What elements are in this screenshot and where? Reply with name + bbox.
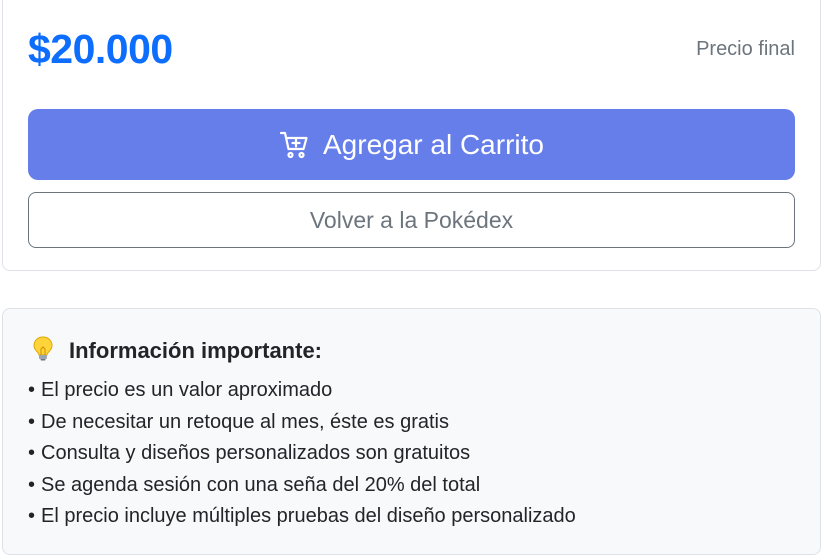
back-to-pokedex-button[interactable]: Volver a la Pokédex bbox=[28, 192, 795, 248]
bullet: • bbox=[28, 379, 36, 401]
info-list-item: • Se agenda sesión con una seña del 20% d… bbox=[28, 470, 576, 502]
product-price-card: $20.000 Precio final Agregar al Carrito … bbox=[2, 0, 821, 271]
price-amount: $20.000 bbox=[28, 25, 173, 72]
info-list-item: • El precio es un valor aproximado bbox=[28, 375, 576, 407]
info-item-text: Consulta y diseños personalizados son gr… bbox=[41, 442, 471, 464]
add-to-cart-button[interactable]: Agregar al Carrito bbox=[28, 109, 795, 180]
add-to-cart-label: Agregar al Carrito bbox=[323, 128, 544, 160]
info-list-item: • De necesitar un retoque al mes, éste es… bbox=[28, 407, 576, 439]
info-header: Información importante: bbox=[31, 335, 322, 366]
bullet: • bbox=[28, 410, 36, 433]
price-note: Precio final bbox=[696, 37, 795, 60]
info-list-item: • El precio incluye múltiples pruebas del… bbox=[28, 501, 576, 533]
price-row: $20.000 Precio final bbox=[28, 21, 795, 77]
info-item-text: De necesitar un retoque al mes, éste es … bbox=[41, 410, 450, 433]
info-item-text: Se agenda sesión con una seña del 20% de… bbox=[41, 473, 481, 496]
lightbulb-icon bbox=[31, 335, 55, 366]
bullet: • bbox=[28, 473, 36, 496]
info-item-text: El precio es un valor aproximado bbox=[41, 379, 333, 401]
info-list: • El precio es un valor aproximado • De ne… bbox=[28, 375, 576, 533]
bullet: • bbox=[28, 442, 36, 464]
info-title: Información importante: bbox=[69, 337, 323, 363]
info-item-text: El precio incluye múltiples pruebas del … bbox=[41, 505, 576, 527]
info-list-item: • Consulta y diseños personalizados son g… bbox=[28, 438, 576, 470]
bullet: • bbox=[28, 505, 36, 527]
info-box: Información importante: • El precio es un… bbox=[2, 308, 821, 555]
cart-plus-icon bbox=[279, 130, 309, 160]
